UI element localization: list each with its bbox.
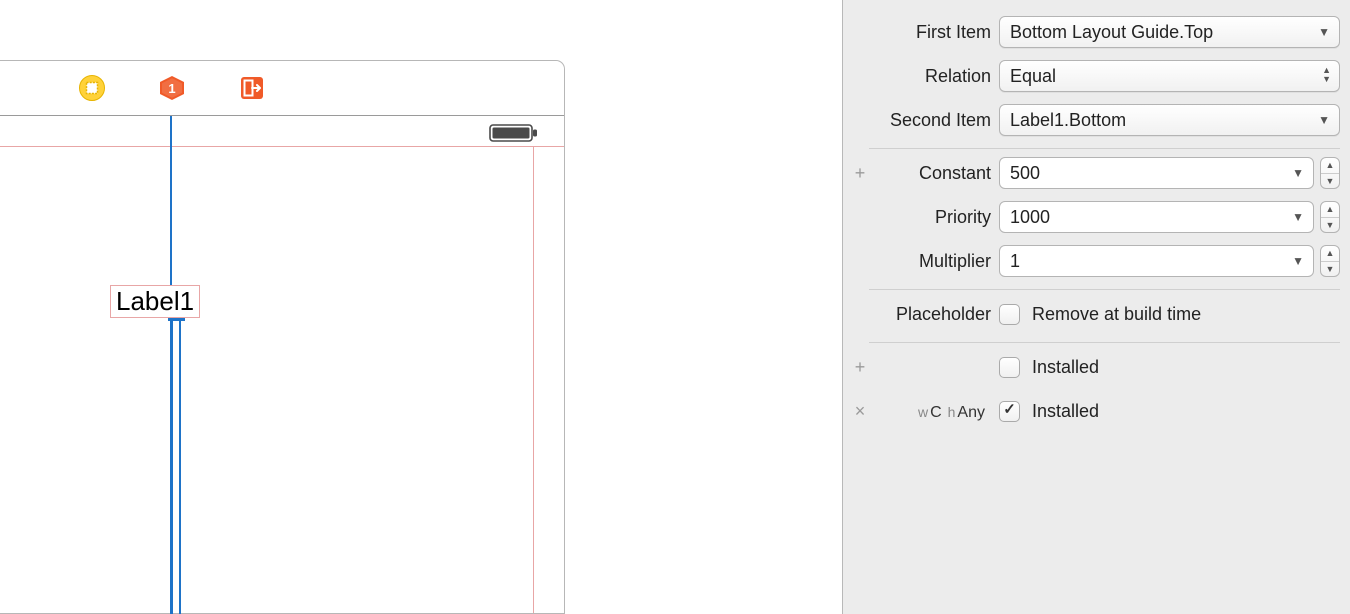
row-priority: Priority 1000 ▼ ▲▼ (843, 195, 1350, 239)
field-multiplier[interactable]: 1 ▼ (999, 245, 1314, 277)
chevron-down-icon: ▼ (1292, 246, 1304, 276)
add-variation-installed[interactable]: + (849, 357, 871, 378)
first-responder-icon[interactable]: 1 (158, 74, 186, 102)
row-relation: Relation Equal ▲▼ (843, 54, 1350, 98)
updown-chevron-icon: ▲▼ (1322, 66, 1331, 84)
label-second-item: Second Item (871, 110, 999, 131)
checkbox-installed-default[interactable] (999, 357, 1020, 378)
stepper-up-icon[interactable]: ▲ (1321, 202, 1339, 218)
section-divider (869, 289, 1340, 290)
checkbox-label-installed-default: Installed (1032, 357, 1099, 378)
section-divider (869, 342, 1340, 343)
row-second-item: Second Item Label1.Bottom ▼ (843, 98, 1350, 142)
constraint-selected-line[interactable] (171, 321, 181, 614)
device-frame: 1 (0, 60, 565, 614)
popup-second-item[interactable]: Label1.Bottom ▼ (999, 104, 1340, 136)
battery-icon (489, 123, 539, 143)
label-multiplier: Multiplier (871, 251, 999, 272)
field-priority[interactable]: 1000 ▼ (999, 201, 1314, 233)
scene-toolbar: 1 (0, 61, 564, 116)
row-installed-default: + Installed (843, 345, 1350, 389)
row-placeholder: Placeholder Remove at build time (843, 292, 1350, 336)
checkbox-placeholder[interactable] (999, 304, 1020, 325)
section-divider (869, 148, 1340, 149)
chevron-down-icon: ▼ (1318, 17, 1330, 47)
label1-text: Label1 (116, 286, 194, 316)
stepper-up-icon[interactable]: ▲ (1321, 158, 1339, 174)
right-margin-guide (533, 147, 534, 613)
label1-view[interactable]: Label1 (110, 285, 200, 318)
checkbox-label-placeholder: Remove at build time (1032, 304, 1201, 325)
attributes-inspector: First Item Bottom Layout Guide.Top ▼ Rel… (842, 0, 1350, 614)
stepper-down-icon[interactable]: ▼ (1321, 218, 1339, 233)
label-placeholder: Placeholder (871, 304, 999, 325)
row-constant: + Constant 500 ▼ ▲▼ (843, 151, 1350, 195)
stepper-down-icon[interactable]: ▼ (1321, 174, 1339, 189)
label-relation: Relation (871, 66, 999, 87)
safe-area-outline (0, 147, 564, 613)
row-installed-variation: × wChAny Installed (843, 389, 1350, 433)
exit-icon[interactable] (238, 74, 266, 102)
label-priority: Priority (871, 207, 999, 228)
stepper-down-icon[interactable]: ▼ (1321, 262, 1339, 277)
stepper-multiplier[interactable]: ▲▼ (1320, 245, 1340, 277)
stepper-up-icon[interactable]: ▲ (1321, 246, 1339, 262)
view-controller-icon[interactable] (78, 74, 106, 102)
popup-relation[interactable]: Equal ▲▼ (999, 60, 1340, 92)
status-bar (0, 117, 564, 147)
stepper-constant[interactable]: ▲▼ (1320, 157, 1340, 189)
chevron-down-icon: ▼ (1318, 105, 1330, 135)
popup-first-item[interactable]: Bottom Layout Guide.Top ▼ (999, 16, 1340, 48)
field-constant[interactable]: 500 ▼ (999, 157, 1314, 189)
label-first-item: First Item (871, 22, 999, 43)
checkbox-label-installed-variation: Installed (1032, 401, 1099, 422)
checkbox-installed-variation[interactable] (999, 401, 1020, 422)
add-variation-constant[interactable]: + (849, 163, 871, 184)
row-first-item: First Item Bottom Layout Guide.Top ▼ (843, 10, 1350, 54)
label-constant: Constant (871, 163, 999, 184)
stepper-priority[interactable]: ▲▼ (1320, 201, 1340, 233)
chevron-down-icon: ▼ (1292, 202, 1304, 232)
label-installed-sizeclass: wChAny (871, 401, 999, 422)
chevron-down-icon: ▼ (1292, 158, 1304, 188)
interface-builder-canvas[interactable]: 1 Label1 (0, 0, 840, 614)
row-multiplier: Multiplier 1 ▼ ▲▼ (843, 239, 1350, 283)
svg-text:1: 1 (168, 81, 175, 96)
remove-variation-installed[interactable]: × (849, 401, 871, 422)
